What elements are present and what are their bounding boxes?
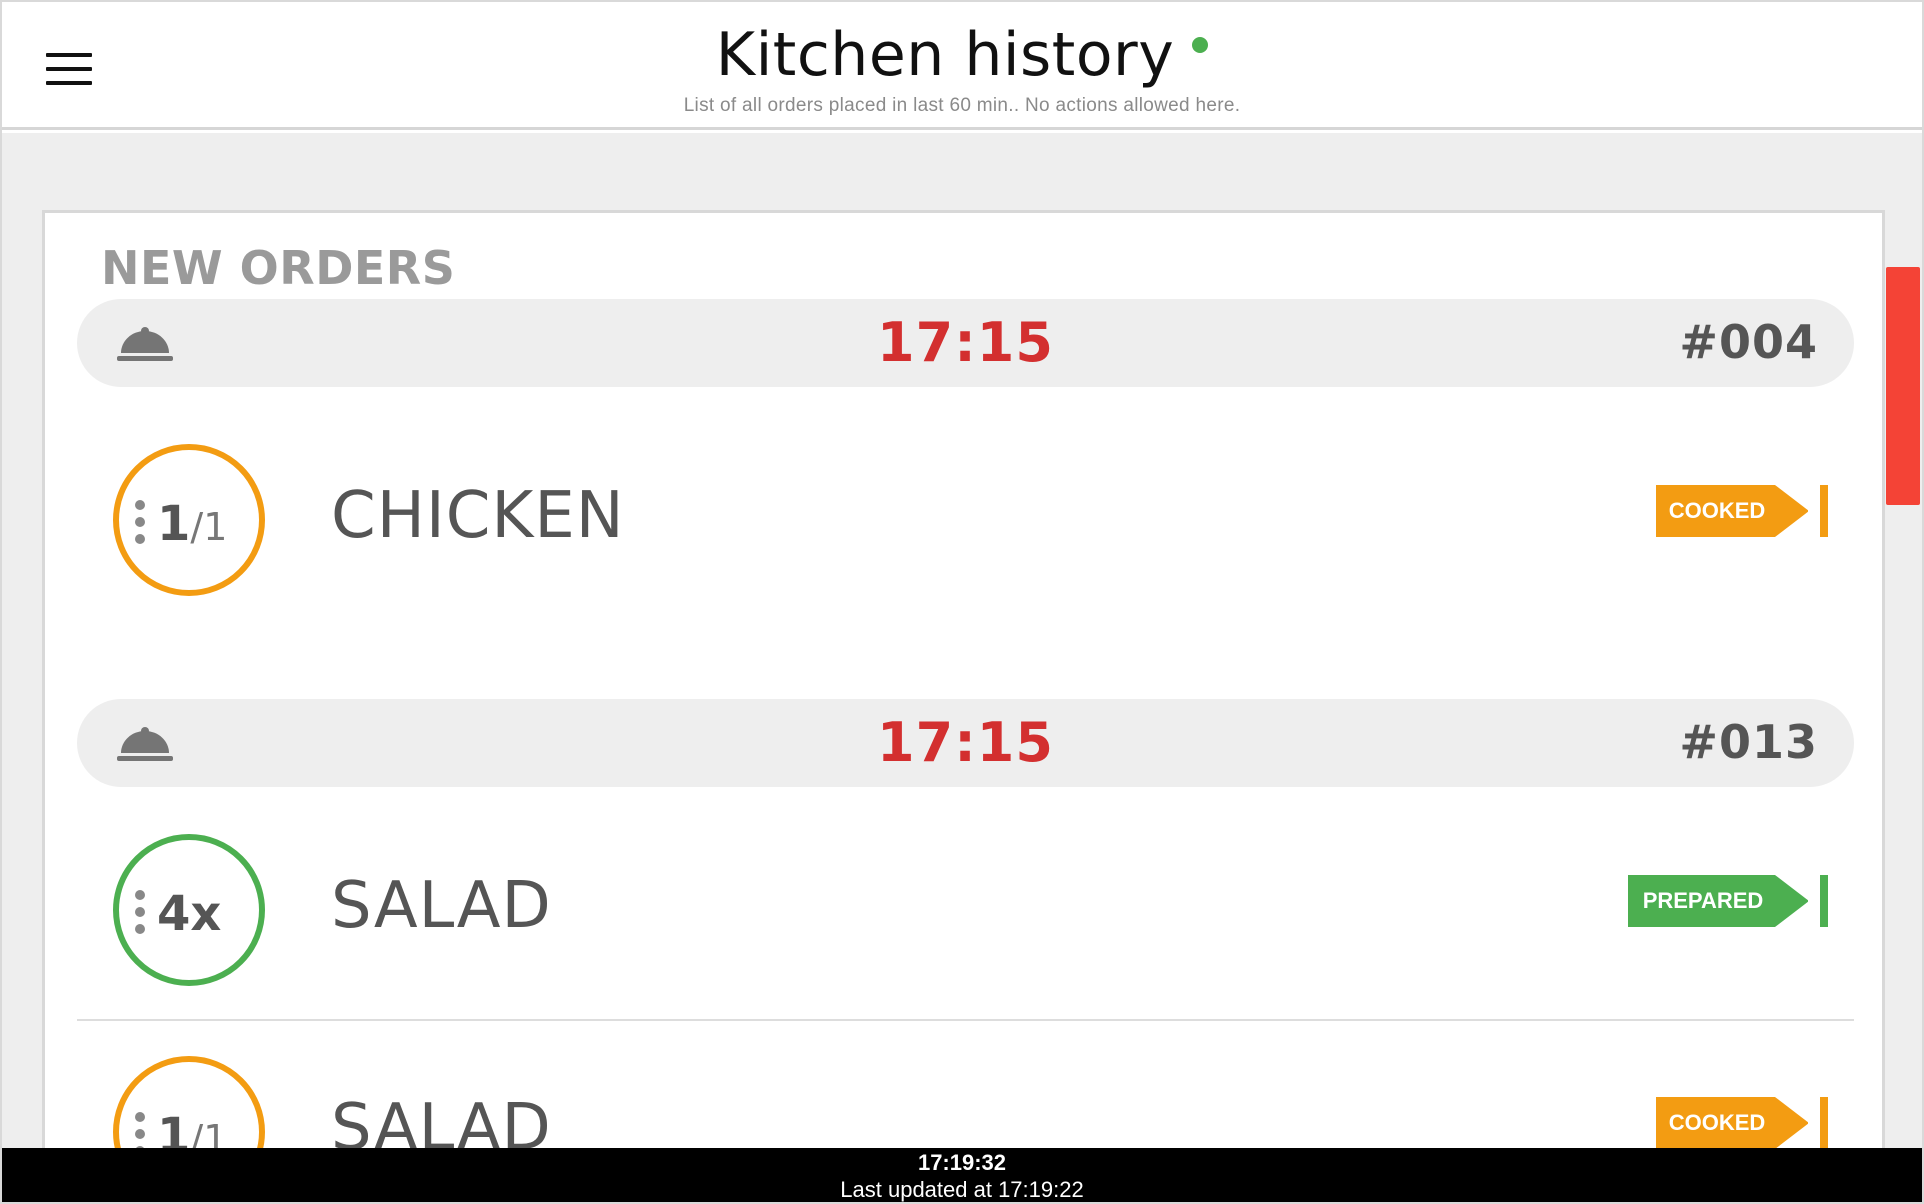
status-label: PREPARED [1628,875,1809,927]
list-item: 4x SALAD PREPARED [77,829,1854,989]
drag-dots-icon [135,500,145,544]
page-subtitle: List of all orders placed in last 60 min… [683,95,1241,116]
app-header: Kitchen history List of all orders place… [2,2,1922,130]
status-footer: 17:19:32 Last updated at 17:19:22 [2,1148,1922,1202]
app-window: Kitchen history List of all orders place… [0,0,1924,1204]
content-area: NEW ORDERS 17:15 #004 1/1 CHICKEN COOKED… [2,133,1922,1160]
title-wrap: Kitchen history [2,20,1922,90]
quantity-indicator[interactable]: 1/1 [113,1056,265,1157]
page-title: Kitchen history [715,20,1175,90]
scrollbar-thumb[interactable] [1886,267,1920,505]
order-header: 17:15 #013 [77,699,1854,787]
order-number: #004 [1679,315,1818,369]
online-dot-icon [1192,37,1209,53]
status-badge[interactable]: PREPARED [1620,875,1828,927]
quantity-indicator[interactable]: 1/1 [113,444,265,596]
order-header: 17:15 #004 [77,299,1854,387]
list-item: 1/1 CHICKEN COOKED [77,439,1854,599]
current-time: 17:19:32 [917,1150,1007,1175]
quantity-label: 1/1 [157,496,227,552]
quantity-indicator[interactable]: 4x [113,834,265,986]
status-label: COOKED [1656,485,1809,537]
order-time: 17:15 [877,311,1054,374]
status-bar [1820,1097,1828,1149]
status-bar [1820,485,1828,537]
status-badge[interactable]: COOKED [1648,1097,1828,1149]
status-label: COOKED [1656,1097,1809,1149]
list-item: 1/1 SALAD COOKED [77,1051,1854,1157]
section-title: NEW ORDERS [101,241,456,295]
order-number: #013 [1679,715,1818,769]
status-bar [1820,875,1828,927]
quantity-label: 4x [157,886,221,942]
orders-panel: NEW ORDERS 17:15 #004 1/1 CHICKEN COOKED… [42,210,1885,1160]
quantity-total: /1 [190,505,228,549]
order-time: 17:15 [877,711,1054,774]
last-updated: Last updated at 17:19:22 [840,1177,1084,1202]
status-badge[interactable]: COOKED [1648,485,1828,537]
item-name: SALAD [331,869,552,943]
item-name: CHICKEN [331,479,625,553]
item-divider [77,1019,1854,1021]
quantity-value: 4x [157,886,222,942]
drag-dots-icon [135,890,145,934]
quantity-value: 1 [157,496,191,552]
